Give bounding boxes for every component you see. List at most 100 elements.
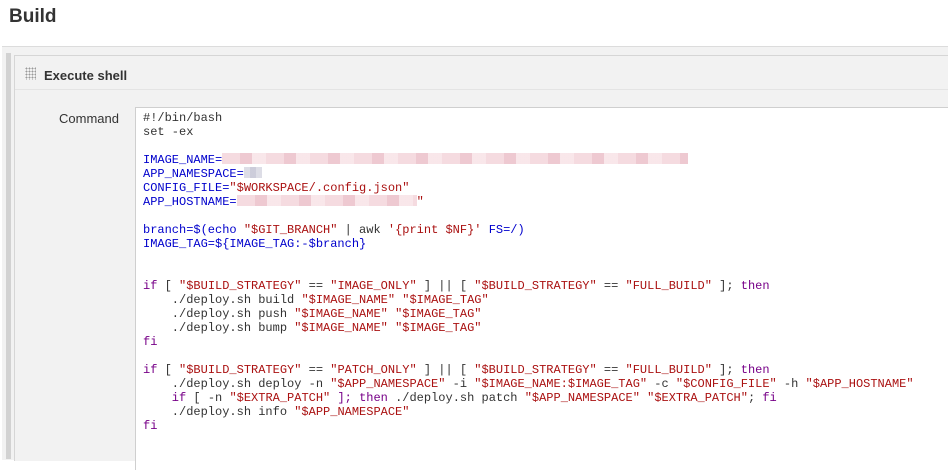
code-token: if [143, 363, 158, 377]
command-label: Command [59, 111, 119, 126]
code-token: "$IMAGE_NAME:$IMAGE_TAG" [474, 377, 648, 391]
code-token: FS=/) [481, 223, 525, 237]
code-token: "$EXTRA_PATCH" [647, 391, 748, 405]
code-line: fi [143, 335, 914, 349]
code-token: "$APP_NAMESPACE" [294, 405, 410, 419]
code-line: CONFIG_FILE="$WORKSPACE/.config.json" [143, 181, 914, 195]
command-editor[interactable]: #!/bin/bash set -ex IMAGE_NAME= APP_NAMESPA… [135, 107, 948, 470]
code-token: " [416, 195, 424, 209]
code-token: set -ex [143, 125, 194, 139]
code-token: [ [157, 279, 180, 293]
code-token: "$BUILD_STRATEGY" [179, 279, 302, 293]
code-token: "$IMAGE_NAME" [294, 307, 388, 321]
code-token: "PATCH_ONLY" [330, 363, 417, 377]
step-title: Execute shell [44, 68, 128, 83]
code-line: ./deploy.sh bump "$IMAGE_NAME" "$IMAGE_T… [143, 321, 914, 335]
code-line: if [ "$BUILD_STRATEGY" == "IMAGE_ONLY" ]… [143, 279, 914, 293]
code-token: "$IMAGE_NAME" [294, 321, 388, 335]
code-token: "FULL_BUILD" [625, 279, 712, 293]
code-line: if [ -n "$EXTRA_PATCH" ]; then ./deploy.… [143, 391, 914, 405]
code-token: then [740, 279, 770, 293]
code-token: "$IMAGE_TAG" [402, 293, 489, 307]
code-line: APP_HOSTNAME= " [143, 195, 914, 209]
code-line: branch=$(echo "$GIT_BRANCH" | awk '{prin… [143, 223, 914, 237]
code-line: APP_NAMESPACE= [143, 167, 914, 181]
code-token: -h [776, 377, 806, 391]
code-token: ./deploy.sh info [143, 405, 295, 419]
redacted-value [222, 153, 689, 164]
code-token: ./deploy.sh deploy -n [143, 377, 331, 391]
code-token: fi [762, 391, 777, 405]
code-token: branch=$(echo [143, 223, 244, 237]
code-token: ./deploy.sh build [143, 293, 302, 307]
code-token: IMAGE_NAME= [143, 153, 223, 167]
code-token: ./deploy.sh push [143, 307, 295, 321]
code-token: "$APP_NAMESPACE" [524, 391, 640, 405]
redacted-value [236, 195, 417, 206]
code-token: "$APP_NAMESPACE" [330, 377, 446, 391]
code-token: ; [747, 391, 763, 405]
code-line: ./deploy.sh build "$IMAGE_NAME" "$IMAGE_… [143, 293, 914, 307]
code-token: ]; [711, 363, 741, 377]
code-line: IMAGE_NAME= [143, 153, 914, 167]
execute-shell-step: Execute shell Command #!/bin/bash set -ex… [14, 55, 948, 470]
code-token: == [596, 363, 626, 377]
code-token: ]; [711, 279, 741, 293]
code-token: ./deploy.sh patch [395, 391, 525, 405]
section-title: Build [9, 6, 57, 27]
code-token: | awk [337, 223, 388, 237]
code-token: "$EXTRA_PATCH" [229, 391, 331, 405]
code-token: ] || [ [416, 279, 475, 293]
code-token: "$IMAGE_NAME" [301, 293, 396, 307]
code-line: set -ex [143, 125, 914, 139]
code-token: -c [647, 377, 676, 391]
drag-handle-icon[interactable] [25, 67, 36, 80]
code-token: "FULL_BUILD" [625, 363, 712, 377]
code-token: "$BUILD_STRATEGY" [474, 279, 597, 293]
code-token: if [143, 391, 187, 405]
code-token: "$IMAGE_TAG" [395, 321, 482, 335]
code-token: "$CONFIG_FILE" [675, 377, 777, 391]
code-token: ./deploy.sh bump [143, 321, 295, 335]
code-token: '{print $NF}' [387, 223, 482, 237]
code-token: "$WORKSPACE/.config.json" [229, 181, 410, 195]
code-token: "$APP_HOSTNAME" [805, 377, 914, 391]
command-code[interactable]: #!/bin/bash set -ex IMAGE_NAME= APP_NAMESPA… [143, 111, 914, 433]
code-token: then [740, 363, 770, 377]
code-token: fi [143, 419, 158, 433]
code-token: IMAGE_TAG=${IMAGE_TAG:-$branch} [143, 237, 367, 251]
code-token: #!/bin/bash [143, 111, 223, 125]
step-header: Execute shell [15, 56, 948, 90]
code-token: == [301, 363, 331, 377]
code-token: ]; then [330, 391, 396, 405]
code-token: "$BUILD_STRATEGY" [179, 363, 302, 377]
code-line: if [ "$BUILD_STRATEGY" == "PATCH_ONLY" ]… [143, 363, 914, 377]
code-token: ] || [ [416, 363, 475, 377]
code-token: "$IMAGE_TAG" [395, 307, 482, 321]
code-line: IMAGE_TAG=${IMAGE_TAG:-$branch} [143, 237, 914, 251]
redacted-value [243, 167, 262, 178]
code-line: fi [143, 419, 914, 433]
code-line: ./deploy.sh info "$APP_NAMESPACE" [143, 405, 914, 419]
code-token: APP_HOSTNAME= [143, 195, 237, 209]
code-token: == [596, 279, 626, 293]
step-left-bar [6, 53, 11, 459]
code-line: #!/bin/bash [143, 111, 914, 125]
code-token: -i [445, 377, 475, 391]
code-token: "IMAGE_ONLY" [330, 279, 417, 293]
build-section-panel: Execute shell Command #!/bin/bash set -ex… [2, 46, 948, 470]
code-token: APP_NAMESPACE= [143, 167, 244, 181]
code-token: [ -n [186, 391, 230, 405]
code-token: == [301, 279, 331, 293]
code-token: [ [157, 363, 180, 377]
code-token: CONFIG_FILE= [143, 181, 230, 195]
code-token: "$GIT_BRANCH" [243, 223, 338, 237]
code-token: fi [143, 335, 158, 349]
